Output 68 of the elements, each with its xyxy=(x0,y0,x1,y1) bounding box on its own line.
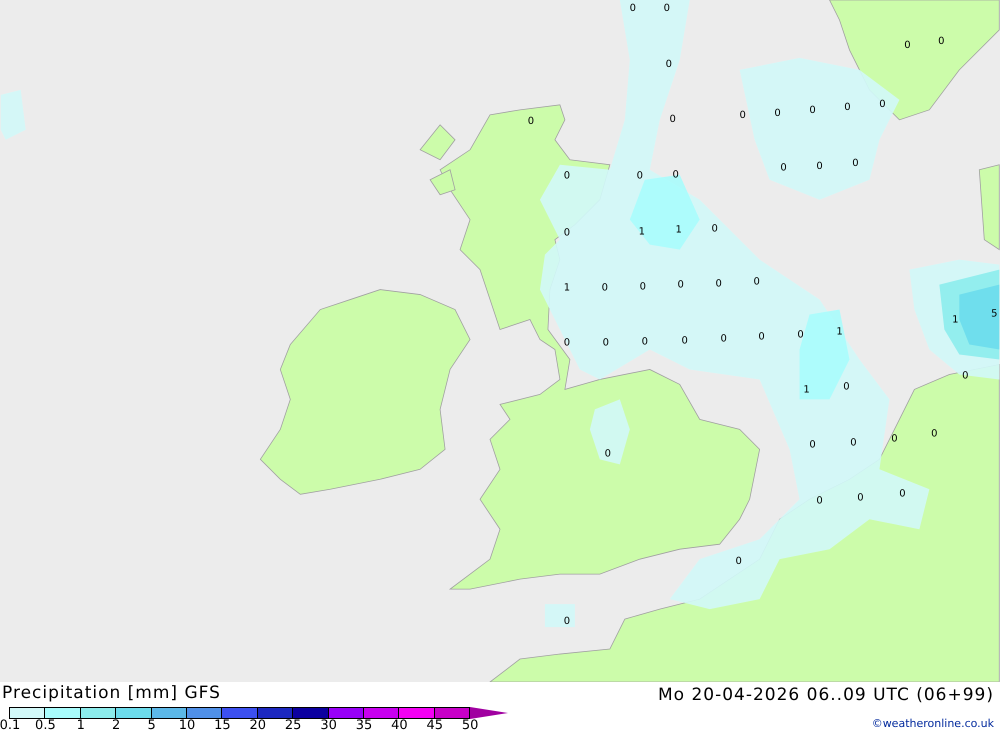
value-label: 0 xyxy=(642,336,648,348)
legend-tick-label: 40 xyxy=(391,719,408,733)
value-label: 0 xyxy=(844,102,851,113)
value-label: 1 xyxy=(676,224,682,236)
value-label: 0 xyxy=(774,108,781,119)
value-label: 5 xyxy=(991,308,998,320)
legend-tick-label: 10 xyxy=(178,719,196,733)
value-label: 0 xyxy=(809,439,816,450)
legend-tick-label: 1 xyxy=(76,719,85,733)
legend-tick-label: 5 xyxy=(147,719,156,733)
value-label: 0 xyxy=(670,114,676,125)
chart-title: Precipitation [mm] GFS xyxy=(2,684,222,703)
value-label: 0 xyxy=(564,616,570,628)
value-label: 0 xyxy=(720,334,727,344)
legend-tick-label: 2 xyxy=(112,719,120,733)
legend-tick-label: 15 xyxy=(214,719,231,733)
value-label: 0 xyxy=(716,278,722,290)
value-label: 0 xyxy=(630,2,636,14)
value-label: 0 xyxy=(891,433,898,444)
legend-tick-label: 0.5 xyxy=(35,719,56,733)
value-label: 1 xyxy=(952,314,958,326)
value-label: 0 xyxy=(962,370,968,382)
legend-tick-label: 45 xyxy=(426,719,444,733)
forecast-datetime: Mo 20-04-2026 06..09 UTC (06+99) xyxy=(658,686,994,705)
value-label: 0 xyxy=(780,162,787,174)
value-label: 0 xyxy=(904,40,911,51)
value-label: 1 xyxy=(564,282,570,294)
legend-tick-label: 20 xyxy=(250,719,266,733)
value-label: 0 xyxy=(602,338,610,348)
value-label: 0 xyxy=(879,98,886,110)
value-label: 0 xyxy=(664,2,670,14)
value-label: 0 xyxy=(640,282,646,293)
value-label: 0 xyxy=(602,282,608,294)
value-label: 0 xyxy=(564,228,570,239)
value-label: 0 xyxy=(753,276,760,288)
value-label: 0 xyxy=(636,170,643,182)
value-label: 0 xyxy=(899,488,906,500)
value-label: 0 xyxy=(931,428,938,440)
value-label: 0 xyxy=(816,160,823,172)
value-label: 0 xyxy=(735,556,742,568)
value-label: 1 xyxy=(836,326,843,338)
value-label: 0 xyxy=(816,495,823,506)
value-label: 0 xyxy=(672,170,679,181)
value-label: 1 xyxy=(638,226,645,238)
value-label: 0 xyxy=(564,338,570,348)
value-label: 0 xyxy=(678,280,684,291)
value-label: 0 xyxy=(528,116,534,127)
value-label: 0 xyxy=(857,492,864,504)
value-label: 0 xyxy=(938,36,945,47)
legend-tick-label: 50 xyxy=(462,719,478,733)
legend-tick-label: 0.1 xyxy=(0,719,20,733)
value-label: 0 xyxy=(809,104,816,116)
legend-tick-label: 30 xyxy=(320,719,337,733)
value-label: 0 xyxy=(797,330,804,340)
value-label: 0 xyxy=(682,336,688,346)
value-label: 0 xyxy=(564,170,570,182)
legend-tick-label: 35 xyxy=(356,719,372,733)
legend-tick-label: 25 xyxy=(284,719,302,733)
value-label: 0 xyxy=(758,332,765,342)
credit-text: ©weatheronline.co.uk xyxy=(872,716,994,732)
value-label: 0 xyxy=(604,448,612,460)
value-label: 0 xyxy=(739,110,746,121)
value-label: 0 xyxy=(666,58,672,70)
value-label: 0 xyxy=(850,437,857,448)
value-label: 0 xyxy=(843,381,850,392)
value-label: 0 xyxy=(852,158,859,169)
value-label: 1 xyxy=(803,384,810,396)
value-label: 0 xyxy=(712,224,718,235)
